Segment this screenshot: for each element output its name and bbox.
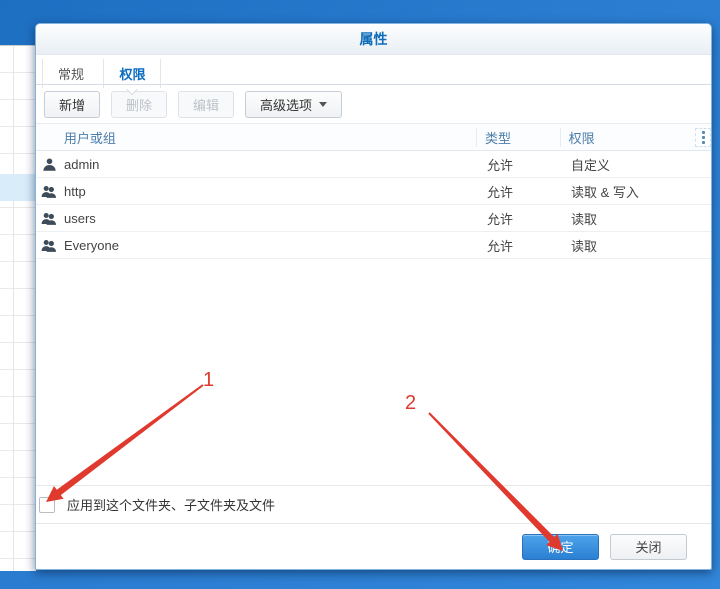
- column-type[interactable]: 类型: [477, 127, 561, 147]
- tab-bar: 常规 权限: [36, 55, 711, 95]
- column-permission[interactable]: 权限: [561, 128, 695, 147]
- column-settings-icon[interactable]: [695, 127, 711, 147]
- row-permission: 自定义: [571, 157, 611, 173]
- user-icon: [36, 157, 62, 172]
- dialog-footer: 确定 关闭: [36, 523, 711, 569]
- close-button[interactable]: 关闭: [610, 533, 687, 560]
- table-row[interactable]: Everyone 允许 读取: [36, 232, 711, 259]
- apply-checkbox-label: 应用到这个文件夹、子文件夹及文件: [67, 498, 276, 513]
- apply-row: 应用到这个文件夹、子文件夹及文件: [36, 485, 711, 523]
- tab-general[interactable]: 常规: [42, 59, 99, 88]
- ok-button[interactable]: 确定: [522, 533, 599, 560]
- table-row[interactable]: users 允许 读取: [36, 205, 711, 232]
- table-empty-area: [36, 259, 711, 485]
- row-permission: 读取: [571, 238, 598, 254]
- background-selected-row: [0, 174, 36, 201]
- advanced-options-button[interactable]: 高级选项: [245, 90, 343, 118]
- background-window: [0, 45, 36, 571]
- column-user-or-group[interactable]: 用户或组: [62, 127, 477, 147]
- delete-button[interactable]: 删除: [111, 90, 168, 118]
- row-name: users: [64, 210, 96, 226]
- tab-permissions[interactable]: 权限: [103, 59, 162, 95]
- row-name: http: [64, 183, 86, 199]
- table-header: 用户或组 类型 权限: [36, 124, 711, 151]
- row-type: 允许: [487, 157, 514, 173]
- apply-checkbox[interactable]: [39, 496, 55, 513]
- edit-button[interactable]: 编辑: [178, 90, 235, 118]
- advanced-options-label: 高级选项: [260, 97, 313, 113]
- row-name: Everyone: [64, 237, 119, 253]
- caret-down-icon: [319, 101, 328, 111]
- properties-dialog: 属性 常规 权限 新增 删除 编辑 高级选项 用户或组 类型 权限 admin …: [35, 23, 712, 570]
- group-icon: [36, 184, 62, 199]
- dialog-title: 属性: [36, 24, 711, 55]
- row-type: 允许: [487, 184, 514, 200]
- row-type: 允许: [487, 238, 514, 254]
- table-row[interactable]: http 允许 读取 & 写入: [36, 178, 711, 205]
- add-button[interactable]: 新增: [44, 90, 101, 118]
- row-permission: 读取 & 写入: [571, 184, 639, 200]
- group-icon: [36, 238, 62, 253]
- table-row[interactable]: admin 允许 自定义: [36, 151, 711, 178]
- row-type: 允许: [487, 211, 514, 227]
- background-column-divider: [13, 46, 14, 571]
- group-icon: [36, 211, 62, 226]
- row-name: admin: [64, 156, 100, 172]
- row-permission: 读取: [571, 211, 598, 227]
